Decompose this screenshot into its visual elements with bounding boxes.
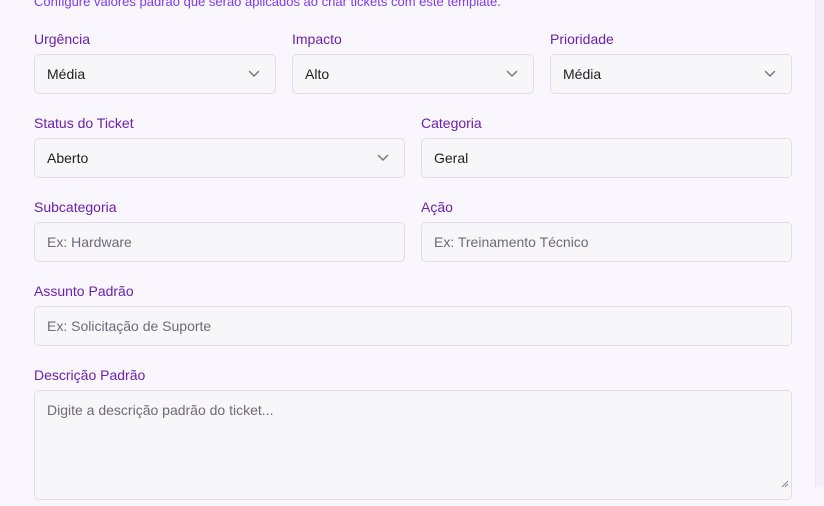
category-label: Categoria xyxy=(421,115,482,131)
default-description-label: Descrição Padrão xyxy=(34,367,146,383)
chevron-down-icon xyxy=(247,67,261,81)
default-description-placeholder: Digite a descrição padrão do ticket... xyxy=(47,402,274,418)
resize-handle-icon[interactable] xyxy=(779,475,789,488)
subcategory-placeholder: Ex: Hardware xyxy=(47,234,132,250)
ticket-status-value: Aberto xyxy=(47,150,89,166)
ticket-status-label: Status do Ticket xyxy=(34,115,134,131)
default-subject-label: Assunto Padrão xyxy=(34,283,134,299)
impact-value: Alto xyxy=(305,66,330,82)
priority-label: Prioridade xyxy=(550,31,614,47)
chevron-down-icon xyxy=(505,67,519,81)
default-subject-input[interactable]: Ex: Solicitação de Suporte xyxy=(34,306,792,346)
category-input[interactable]: Geral xyxy=(421,138,792,178)
impact-label: Impacto xyxy=(292,31,342,47)
action-placeholder: Ex: Treinamento Técnico xyxy=(434,234,589,250)
urgency-label: Urgência xyxy=(34,31,91,47)
impact-select[interactable]: Alto xyxy=(292,54,534,94)
default-subject-placeholder: Ex: Solicitação de Suporte xyxy=(47,318,212,334)
category-value: Geral xyxy=(434,150,469,166)
default-description-textarea[interactable]: Digite a descrição padrão do ticket... xyxy=(34,390,792,500)
ticket-status-select[interactable]: Aberto xyxy=(34,138,405,178)
action-label: Ação xyxy=(421,199,453,215)
priority-select[interactable]: Média xyxy=(550,54,792,94)
urgency-value: Média xyxy=(47,66,86,82)
scrollbar[interactable] xyxy=(815,0,824,487)
priority-value: Média xyxy=(563,66,602,82)
urgency-select[interactable]: Média xyxy=(34,54,276,94)
chevron-down-icon xyxy=(763,67,777,81)
chevron-down-icon xyxy=(376,151,390,165)
action-input[interactable]: Ex: Treinamento Técnico xyxy=(421,222,792,262)
section-description: Configure valores padrão que serão aplic… xyxy=(34,0,501,9)
subcategory-input[interactable]: Ex: Hardware xyxy=(34,222,405,262)
subcategory-label: Subcategoria xyxy=(34,199,117,215)
